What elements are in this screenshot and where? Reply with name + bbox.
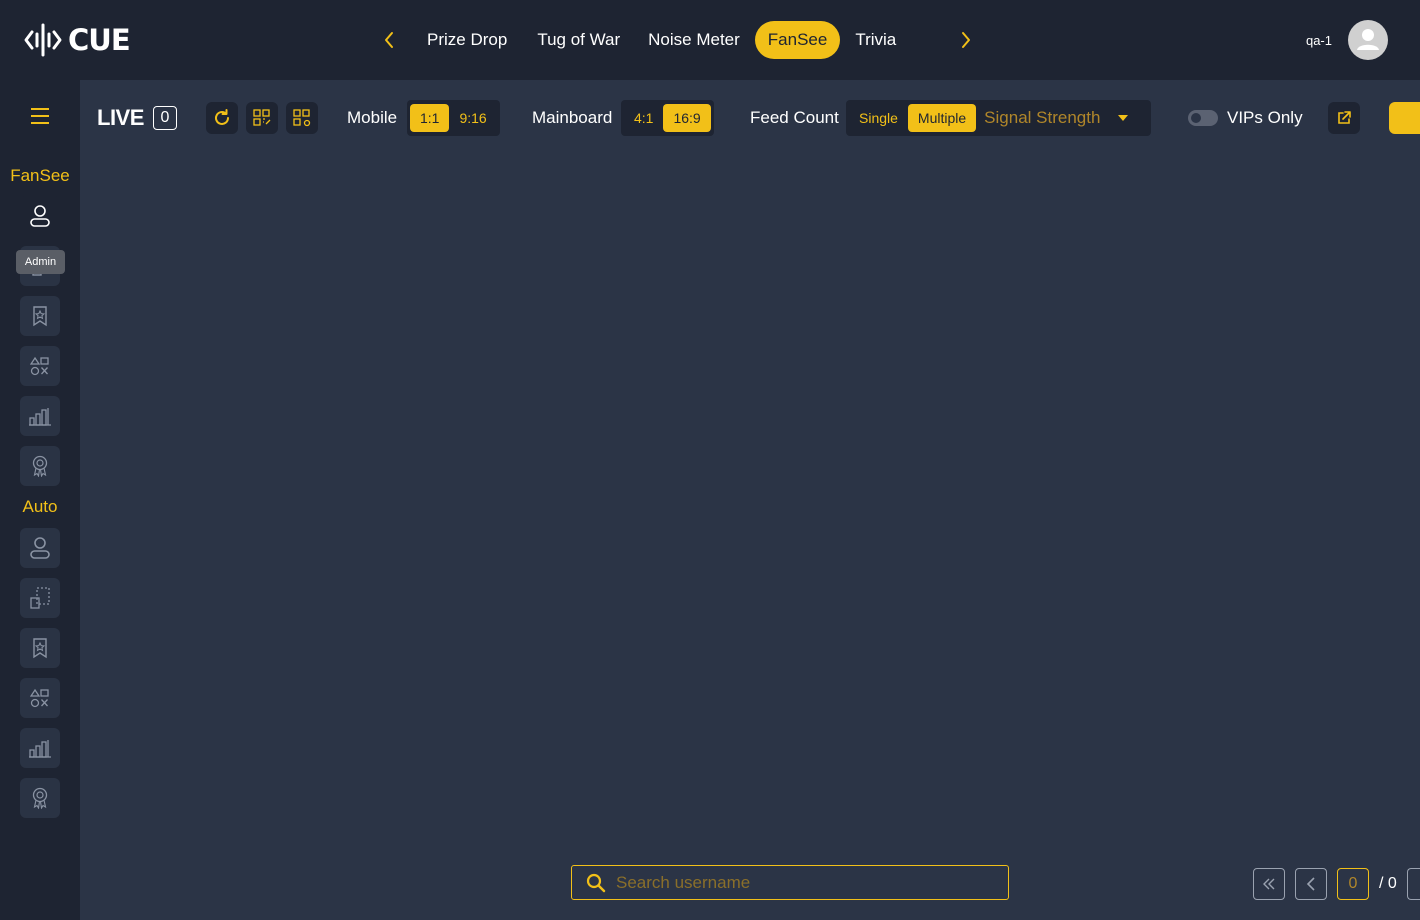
mainboard-ratio-toggle: 4:1 16:9 <box>621 100 714 136</box>
sidebar-item-stats[interactable] <box>20 396 60 436</box>
qr-code-icon <box>293 109 311 127</box>
double-chevron-left-icon <box>1263 878 1275 890</box>
open-external-button[interactable] <box>1328 102 1360 134</box>
external-link-icon <box>1338 111 1351 124</box>
feed-count-label: Feed Count <box>750 108 839 127</box>
mobile-ratio-1-1[interactable]: 1:1 <box>410 104 450 132</box>
mainboard-ratio-16-9[interactable]: 16:9 <box>663 104 711 132</box>
first-page-button[interactable] <box>1253 868 1285 900</box>
chevron-right-icon <box>962 32 971 48</box>
prev-page-button[interactable] <box>1295 868 1327 900</box>
avatar[interactable] <box>1348 20 1388 60</box>
nav-item-noise-meter[interactable]: Noise Meter <box>635 21 753 59</box>
cue-waveform-icon <box>24 23 62 57</box>
sidebar-item-auto-awards[interactable] <box>20 778 60 818</box>
bar-chart-icon <box>29 408 51 426</box>
mobile-ratio-9-16[interactable]: 9:16 <box>449 104 496 132</box>
qr-code-icon <box>253 109 271 126</box>
sidebar-item-awards[interactable] <box>20 446 60 486</box>
chevron-left-icon <box>385 32 393 48</box>
award-icon <box>32 455 48 477</box>
sidebar-section-fansee: FanSee <box>10 166 70 185</box>
sidebar-item-auto-layout[interactable] <box>20 578 60 618</box>
bar-chart-icon <box>29 740 51 758</box>
main-panel: LIVE 0 Mobile 1:1 9:16 Mainboard 4:1 16:… <box>80 80 1420 920</box>
hamburger-icon <box>31 108 49 124</box>
user-icon <box>30 537 50 559</box>
menu-toggle-button[interactable] <box>30 106 50 126</box>
sidebar-item-auto-user[interactable] <box>20 528 60 568</box>
chevron-left-icon <box>1306 877 1315 891</box>
star-bookmark-icon <box>33 306 47 327</box>
user-silhouette-icon <box>1357 29 1379 50</box>
game-nav: Prize Drop Tug of War Noise Meter FanSee… <box>376 21 979 59</box>
sort-select-value: Signal Strength <box>984 108 1101 127</box>
live-indicator: LIVE 0 <box>97 105 177 131</box>
star-bookmark-icon <box>33 638 47 659</box>
vips-toggle-switch[interactable] <box>1188 110 1218 126</box>
mainboard-ratio-4-1[interactable]: 4:1 <box>624 104 663 132</box>
pagination: 0 / 0 <box>1253 868 1420 900</box>
top-bar: CUE Prize Drop Tug of War Noise Meter Fa… <box>0 0 1420 80</box>
nav-item-tug-of-war[interactable]: Tug of War <box>524 21 633 59</box>
logo-text: CUE <box>68 23 131 57</box>
sidebar: FanSee Admin Auto <box>0 80 80 920</box>
sidebar-item-shapes[interactable] <box>20 346 60 386</box>
award-icon <box>32 787 48 809</box>
sidebar-item-auto-favorites[interactable] <box>20 628 60 668</box>
toolbar: LIVE 0 Mobile 1:1 9:16 Mainboard 4:1 16:… <box>80 80 1420 156</box>
mobile-ratio-toggle: 1:1 9:16 <box>407 100 500 136</box>
live-label: LIVE <box>97 105 144 130</box>
refresh-button[interactable] <box>206 102 238 134</box>
nav-item-prize-drop[interactable]: Prize Drop <box>414 21 520 59</box>
user-icon <box>30 205 50 227</box>
current-page-input[interactable]: 0 <box>1337 868 1369 900</box>
mobile-label: Mobile <box>347 108 398 127</box>
username: qa-1 <box>1305 32 1332 48</box>
search-input[interactable] <box>616 872 976 893</box>
qr-settings-button[interactable] <box>286 102 318 134</box>
feed-count-toggle: Single Multiple Signal Strength <box>846 100 1151 136</box>
mainboard-label: Mainboard <box>532 108 613 127</box>
vips-only-toggle[interactable]: VIPs Only <box>1188 108 1303 128</box>
live-count-badge: 0 <box>152 106 177 130</box>
sidebar-item-favorites[interactable] <box>20 296 60 336</box>
sort-select[interactable]: Signal Strength <box>976 108 1134 128</box>
layout-icon <box>30 587 50 609</box>
next-page-button[interactable] <box>1406 868 1420 900</box>
sidebar-section-auto: Auto <box>22 497 58 516</box>
sidebar-item-auto-stats[interactable] <box>20 728 60 768</box>
nav-item-fansee[interactable]: FanSee <box>754 21 841 59</box>
shapes-icon <box>30 356 49 376</box>
nav-item-trivia[interactable]: Trivia <box>842 21 909 59</box>
page-total: / 0 <box>1379 875 1397 892</box>
feed-single-option[interactable]: Single <box>849 104 908 132</box>
tooltip-admin: Admin <box>16 250 65 274</box>
nav-prev-button[interactable] <box>376 21 402 59</box>
search-box <box>571 865 1009 900</box>
feed-multiple-option[interactable]: Multiple <box>907 104 977 132</box>
qr-edit-button[interactable] <box>246 102 278 134</box>
sidebar-item-admin[interactable] <box>20 196 60 236</box>
nav-next-button[interactable] <box>953 21 979 59</box>
vips-only-label: VIPs Only <box>1227 108 1303 127</box>
action-button[interactable] <box>1389 102 1420 134</box>
sidebar-item-auto-shapes[interactable] <box>20 678 60 718</box>
search-icon <box>586 873 606 892</box>
user-menu[interactable]: qa-1 <box>1306 20 1388 60</box>
refresh-icon <box>215 109 229 125</box>
cue-logo[interactable]: CUE <box>24 20 131 60</box>
caret-down-icon <box>1118 115 1129 121</box>
shapes-icon <box>30 688 49 708</box>
